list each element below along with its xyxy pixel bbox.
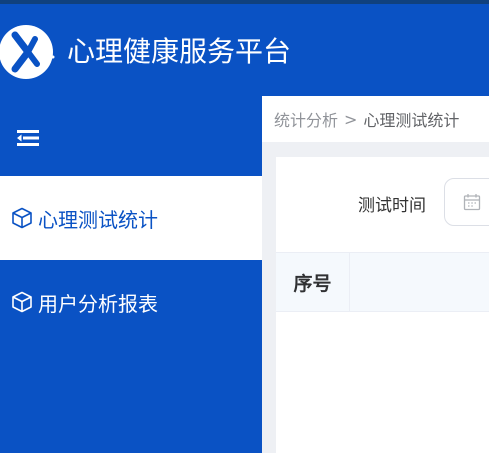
table-header: 序号	[276, 252, 489, 312]
calendar-icon	[463, 194, 481, 211]
breadcrumb-item-stats-analysis[interactable]: 统计分析	[274, 107, 338, 131]
sidebar-item-label: 心理测试统计	[38, 207, 158, 232]
sidebar-item-test-stats[interactable]: 心理测试统计	[0, 176, 262, 260]
column-header-index: 序号	[276, 253, 350, 311]
app-header: 心理健康服务平台	[0, 4, 489, 96]
content-panel: 测试时间 序号	[276, 157, 489, 453]
breadcrumb-item-test-stats: 心理测试统计	[363, 111, 460, 130]
sidebar-item-label: 用户分析报表	[38, 291, 158, 316]
date-range-picker[interactable]	[444, 178, 489, 226]
cube-icon	[10, 206, 34, 230]
sidebar: 心理测试统计 用户分析报表	[0, 96, 262, 453]
yk-logo-icon	[0, 22, 60, 82]
menu-fold-icon[interactable]	[17, 129, 39, 147]
sidebar-item-user-report[interactable]: 用户分析报表	[0, 260, 262, 344]
main-content: 统计分析 > 心理测试统计 测试时间 序号	[262, 96, 489, 453]
table-body	[276, 312, 489, 453]
breadcrumb-separator: >	[344, 109, 358, 129]
test-time-label: 测试时间	[358, 196, 426, 216]
cube-icon	[10, 290, 34, 314]
app-title: 心理健康服务平台	[67, 35, 292, 68]
breadcrumb: 统计分析 > 心理测试统计	[262, 96, 489, 142]
